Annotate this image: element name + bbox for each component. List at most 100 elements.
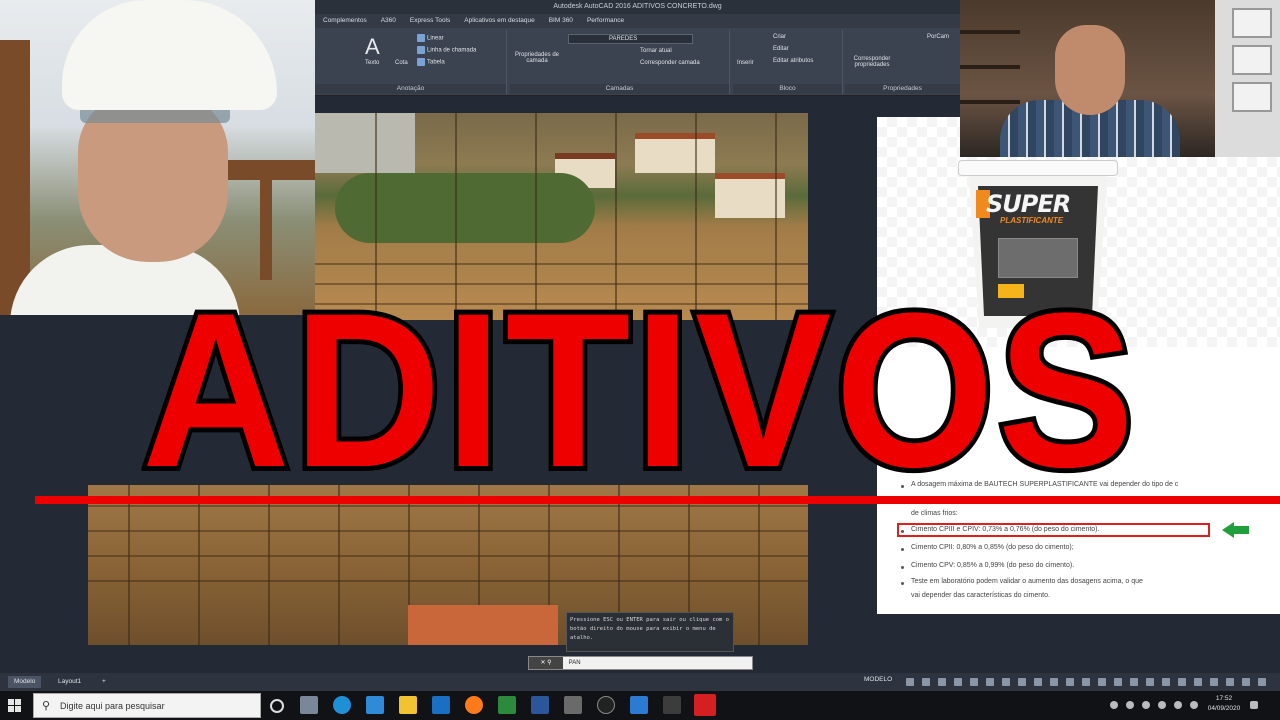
quick-properties-icon[interactable] xyxy=(1178,678,1186,686)
notifications-icon[interactable] xyxy=(1250,701,1258,709)
osnap-icon[interactable] xyxy=(970,678,978,686)
brick-wall xyxy=(408,605,558,645)
layer-dropdown[interactable]: PAREDES xyxy=(568,34,693,44)
obs-icon[interactable] xyxy=(597,696,615,714)
3d-osnap-icon[interactable] xyxy=(1050,678,1058,686)
add-layout-icon[interactable]: + xyxy=(96,676,112,688)
bullet xyxy=(901,582,904,585)
grid-icon[interactable] xyxy=(906,678,914,686)
tab-bim360[interactable]: BIM 360 xyxy=(549,14,573,28)
task-view-icon[interactable] xyxy=(300,696,318,714)
dimension-button[interactable]: Cota xyxy=(395,60,408,66)
start-tile xyxy=(15,699,21,705)
command-line[interactable]: ✕ ⚲ PAN xyxy=(528,656,753,670)
tab-performance[interactable]: Performance xyxy=(587,14,624,28)
sky-patch xyxy=(315,113,415,173)
taskbar-search[interactable]: ⚲ Digite aqui para pesquisar xyxy=(33,693,261,718)
tab-express-tools[interactable]: Express Tools xyxy=(410,14,450,28)
bookshelf xyxy=(960,30,1020,34)
tab-a360[interactable]: A360 xyxy=(381,14,396,28)
tray-icon[interactable] xyxy=(1142,701,1150,709)
make-current-button[interactable]: Tornar atual xyxy=(640,48,672,54)
annotation-monitor-icon[interactable] xyxy=(1146,678,1154,686)
annotation-group-label: Anotação xyxy=(315,84,506,94)
otrack-icon[interactable] xyxy=(986,678,994,686)
selection-cycling-icon[interactable] xyxy=(1034,678,1042,686)
scaffold xyxy=(0,40,30,315)
edit-block-button[interactable]: Editar xyxy=(773,46,789,52)
file-explorer-icon[interactable] xyxy=(399,696,417,714)
excel-icon[interactable] xyxy=(498,696,516,714)
tab-layout1[interactable]: Layout1 xyxy=(52,676,87,688)
linear-button[interactable]: Linear xyxy=(417,34,444,42)
workspace-gear-icon[interactable] xyxy=(1130,678,1138,686)
match-properties-button[interactable]: Corresponder propriedades xyxy=(847,56,897,68)
bookshelf xyxy=(960,100,1020,104)
rebar xyxy=(88,580,808,582)
text-icon[interactable]: A xyxy=(365,34,380,60)
doc-line: Cimento CPII: 0,80% a 0,85% (do peso do … xyxy=(911,544,1074,551)
brand-sub: PLASTIFICANTE xyxy=(1000,216,1064,225)
store-icon[interactable] xyxy=(366,696,384,714)
hillside-house xyxy=(635,133,715,173)
bylayer-dropdown[interactable]: PorCam xyxy=(927,34,949,40)
leader-icon xyxy=(417,46,425,54)
tab-aplicativos[interactable]: Aplicativos em destaque xyxy=(464,14,534,28)
tray-date: 04/09/2020 xyxy=(1207,705,1241,712)
autoscale-icon[interactable] xyxy=(1114,678,1122,686)
customization-menu-icon[interactable] xyxy=(1258,678,1266,686)
start-tile xyxy=(15,706,21,712)
ortho-icon[interactable] xyxy=(938,678,946,686)
bookshelf xyxy=(960,65,1020,69)
tray-clock[interactable]: 17:52 04/09/2020 xyxy=(1204,694,1244,714)
rebar xyxy=(315,263,808,265)
transparency-icon[interactable] xyxy=(1018,678,1026,686)
autocad-ribbon: Autodesk AutoCAD 2016 ADITIVOS CONCRETO.… xyxy=(315,0,960,96)
lock-ui-icon[interactable] xyxy=(1194,678,1202,686)
close-icon[interactable]: ✕ ⚲ xyxy=(529,657,563,669)
ribbon-body: A Texto Cota Linear Linha de chamada Tab… xyxy=(315,28,960,96)
windows-taskbar: ⚲ Digite aqui para pesquisar 17:52 04/09… xyxy=(0,691,1280,720)
properties-group: Corresponder propriedades PorCam Proprie… xyxy=(845,30,960,94)
autocad-taskbar-icon[interactable] xyxy=(694,694,716,716)
edge-icon[interactable] xyxy=(333,696,351,714)
clean-screen-icon[interactable] xyxy=(1242,678,1250,686)
app-icon[interactable] xyxy=(663,696,681,714)
windows-start-icon[interactable] xyxy=(8,699,22,713)
polar-icon[interactable] xyxy=(954,678,962,686)
dynamic-ucs-icon[interactable] xyxy=(1066,678,1074,686)
mail-icon[interactable] xyxy=(432,696,450,714)
app-icon[interactable] xyxy=(564,696,582,714)
brand-logo: SUPER xyxy=(986,190,1071,218)
layer-properties-button[interactable]: Propriedades de camada xyxy=(512,52,562,64)
network-icon[interactable] xyxy=(1158,701,1166,709)
language-icon[interactable] xyxy=(1190,701,1198,709)
text-button[interactable]: Texto xyxy=(365,60,379,66)
tray-icon[interactable] xyxy=(1126,701,1134,709)
leader-button[interactable]: Linha de chamada xyxy=(417,46,476,54)
zoom-icon[interactable] xyxy=(630,696,648,714)
table-button[interactable]: Tabela xyxy=(417,58,445,66)
tray-icon[interactable] xyxy=(1110,701,1118,709)
cortana-icon[interactable] xyxy=(270,699,284,713)
status-model[interactable]: MODELO xyxy=(864,676,892,683)
lineweight-icon[interactable] xyxy=(1002,678,1010,686)
hardware-acceleration-icon[interactable] xyxy=(1226,678,1234,686)
snap-icon[interactable] xyxy=(922,678,930,686)
annotation-visibility-icon[interactable] xyxy=(1098,678,1106,686)
insert-button[interactable]: Inserir xyxy=(737,60,754,66)
firefox-icon[interactable] xyxy=(465,696,483,714)
isolate-objects-icon[interactable] xyxy=(1210,678,1218,686)
volume-icon[interactable] xyxy=(1174,701,1182,709)
create-block-button[interactable]: Criar xyxy=(773,34,786,40)
presenter-head xyxy=(1055,25,1125,115)
tab-model[interactable]: Modelo xyxy=(8,676,42,688)
edit-attributes-button[interactable]: Editar atributos xyxy=(773,58,813,64)
bullet xyxy=(901,566,904,569)
units-icon[interactable] xyxy=(1162,678,1170,686)
picture-frame xyxy=(1232,8,1272,38)
word-icon[interactable] xyxy=(531,696,549,714)
match-layer-button[interactable]: Corresponder camada xyxy=(640,60,700,66)
tab-complementos[interactable]: Complementos xyxy=(323,14,367,28)
annotation-scale-icon[interactable] xyxy=(1082,678,1090,686)
